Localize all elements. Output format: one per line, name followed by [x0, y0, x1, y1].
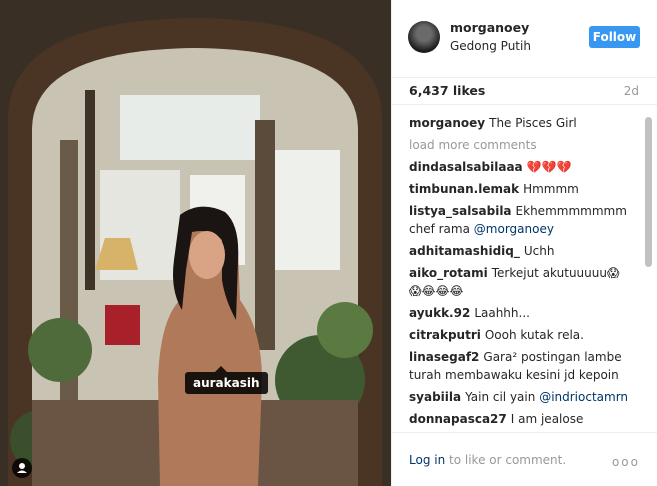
- caption: morganoey The Pisces Girl: [409, 114, 629, 132]
- comment-item: donnapasca27I am jealose @morganoey: [409, 410, 629, 432]
- post-time[interactable]: 2d: [624, 84, 639, 98]
- comment-item: listya_salsabila Ekhemmmmmmm chef rama @m…: [409, 202, 629, 238]
- comment-user[interactable]: aiko_rotami: [409, 266, 488, 280]
- login-prompt: Log in to like or comment.: [409, 453, 566, 467]
- photo-illustration: [0, 0, 391, 486]
- person-icon[interactable]: [12, 458, 32, 478]
- comment-text: Yain cil yain: [465, 390, 536, 404]
- comment-user[interactable]: linasegaf2: [409, 350, 479, 364]
- caption-user[interactable]: morganoey: [409, 116, 485, 130]
- comment-mention[interactable]: @morganoey: [474, 222, 554, 236]
- post-sidebar: morganoey Gedong Putih Follow 6,437 like…: [391, 0, 657, 486]
- follow-button[interactable]: Follow: [589, 26, 640, 48]
- avatar[interactable]: [408, 21, 440, 53]
- comment-text: I am jealose: [510, 412, 584, 426]
- likes-count[interactable]: 6,437 likes: [409, 83, 485, 98]
- comment-user[interactable]: syabiila: [409, 390, 461, 404]
- comment-item: dindasalsabilaaa 💔💔💔: [409, 158, 629, 176]
- post-photo[interactable]: aurakasih: [0, 0, 391, 486]
- comments-list[interactable]: morganoey The Pisces Girl load more comme…: [392, 104, 657, 432]
- comment-mention[interactable]: @indrioctamrn: [539, 390, 628, 404]
- comment-user[interactable]: citrakputri: [409, 328, 481, 342]
- comment-item: adhitamashidiq_ Uchh: [409, 242, 629, 260]
- comment-item: linasegaf2 Gara² postingan lambe turah me…: [409, 348, 629, 384]
- comment-user[interactable]: donnapasca27: [409, 412, 507, 426]
- comment-text: 💔💔💔: [526, 160, 572, 174]
- user-tag-label[interactable]: aurakasih: [185, 366, 268, 394]
- post-footer: Log in to like or comment. ooo: [392, 432, 657, 486]
- comment-item: syabiila Yain cil yain @indrioctamrn: [409, 388, 629, 406]
- comment-item: aiko_rotami Terkejut akutuuuuu😱😱😂😂😂: [409, 264, 629, 300]
- comment-text: Oooh kutak rela.: [484, 328, 584, 342]
- post-username[interactable]: morganoey: [450, 20, 529, 35]
- comment-item: citrakputri Oooh kutak rela.: [409, 326, 629, 344]
- comment-text: Laahhh...: [474, 306, 530, 320]
- person-icon-glyph: [17, 463, 27, 473]
- comment-user[interactable]: adhitamashidiq_: [409, 244, 520, 258]
- comment-text: Uchh: [523, 244, 555, 258]
- comment-user[interactable]: timbunan.lemak: [409, 182, 519, 196]
- comment-user[interactable]: listya_salsabila: [409, 204, 512, 218]
- comment-user[interactable]: ayukk.92: [409, 306, 470, 320]
- more-options-icon[interactable]: ooo: [612, 455, 640, 469]
- caption-text: The Pisces Girl: [489, 116, 577, 130]
- comment-user[interactable]: dindasalsabilaaa: [409, 160, 523, 174]
- comment-item: ayukk.92 Laahhh...: [409, 304, 629, 322]
- login-prompt-text: to like or comment.: [449, 453, 567, 467]
- login-link[interactable]: Log in: [409, 453, 445, 467]
- post-header: morganoey Gedong Putih Follow: [392, 0, 657, 78]
- comment-item: timbunan.lemak Hmmmm: [409, 180, 629, 198]
- comment-text: Hmmmm: [523, 182, 579, 196]
- post-location[interactable]: Gedong Putih: [450, 39, 531, 53]
- scrollbar[interactable]: [645, 117, 652, 267]
- load-more-comments-link[interactable]: load more comments: [409, 136, 629, 154]
- comments-inner: morganoey The Pisces Girl load more comme…: [409, 114, 629, 432]
